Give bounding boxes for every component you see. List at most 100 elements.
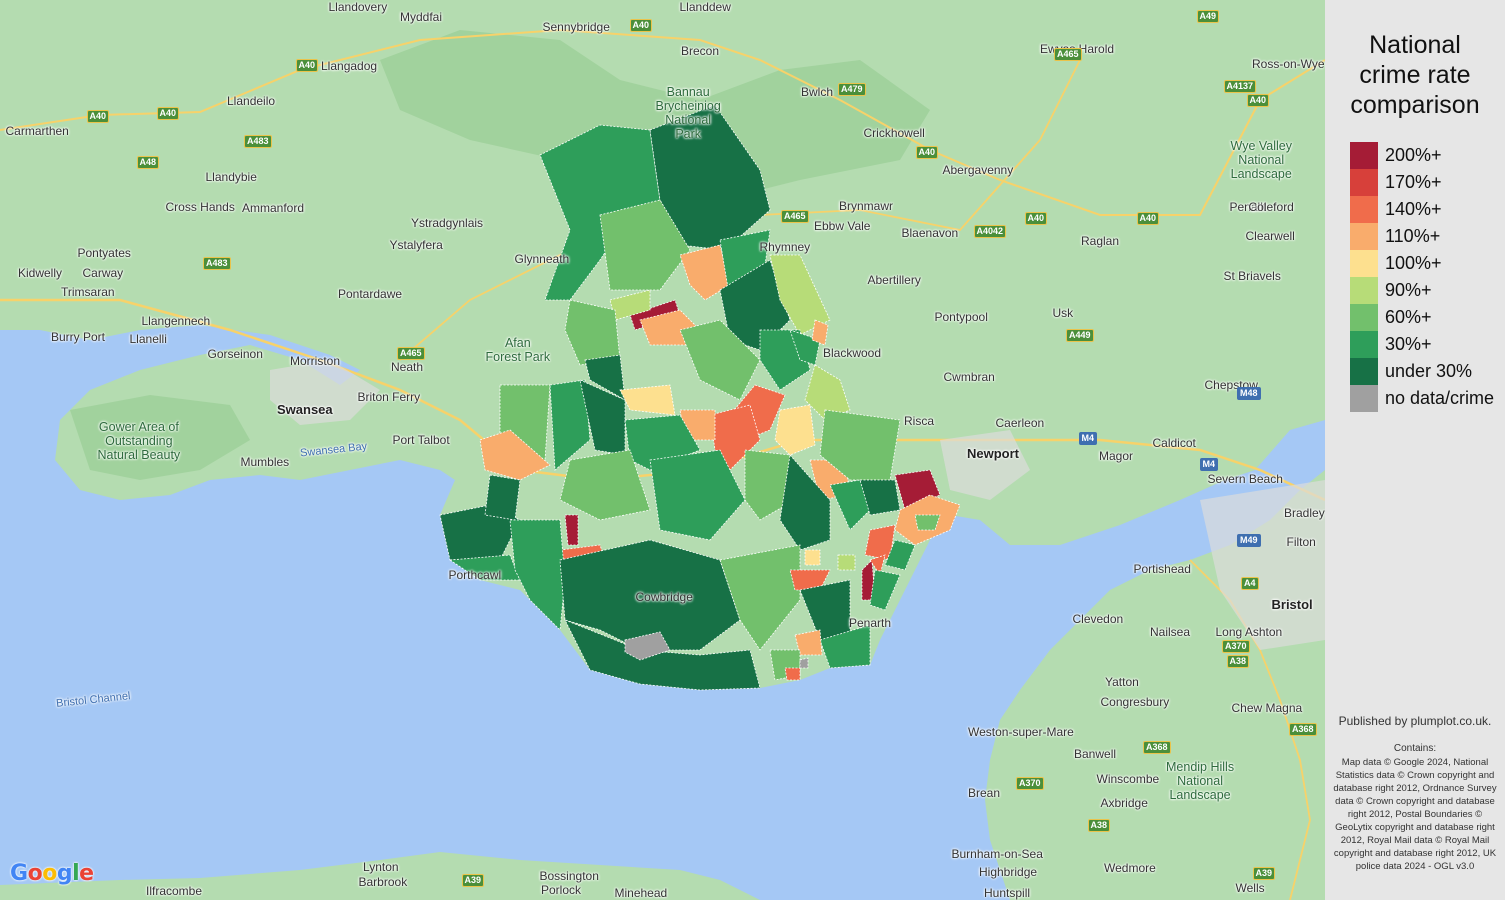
legend-item: 100%+ — [1350, 250, 1494, 277]
place-label: Chew Magna — [1231, 701, 1303, 715]
place-label: Porlock — [541, 883, 582, 897]
place-label: Rhymney — [759, 240, 811, 254]
road-shield: A483 — [244, 134, 272, 148]
publisher-credit[interactable]: Published by plumplot.co.uk. — [1325, 714, 1505, 728]
place-label: St Briavels — [1223, 269, 1281, 283]
place-label: Ystradgynlais — [411, 216, 484, 230]
road-shield: A39 — [1252, 866, 1276, 880]
legend-item: 140%+ — [1350, 196, 1494, 223]
place-label: Blackwood — [823, 346, 882, 360]
road-shield: A4 — [1241, 576, 1259, 590]
place-label: Bossington — [539, 869, 599, 883]
place-label: Penarth — [849, 616, 892, 630]
place-label: Carmarthen — [5, 124, 69, 138]
place-label: Ammanford — [242, 201, 305, 215]
attribution-heading: Contains: — [1393, 743, 1437, 754]
legend-panel: National crime rate comparison 200%+ 170%+ 1… — [1325, 0, 1505, 900]
place-label: Portishead — [1133, 562, 1191, 576]
place-label: Cross Hands — [165, 200, 235, 214]
place-label: Cwmbran — [943, 370, 995, 384]
road-shield: A465 — [397, 346, 425, 360]
park-label: Mendip Hills National Landscape — [1166, 760, 1235, 802]
place-label: Port Talbot — [392, 433, 450, 447]
place-label: Axbridge — [1100, 796, 1148, 810]
legend-item: 200%+ — [1350, 142, 1494, 169]
road-shield: A370 — [1016, 776, 1044, 790]
place-label: Llandybie — [205, 170, 257, 184]
legend-swatch — [1350, 277, 1378, 304]
place-label: Clearwell — [1245, 229, 1295, 243]
legend-item: 90%+ — [1350, 277, 1494, 304]
legend-item: 170%+ — [1350, 169, 1494, 196]
place-label: Myddfai — [400, 10, 443, 24]
place-label: Ystalyfera — [389, 238, 443, 252]
region-vale-2 — [484, 474, 521, 521]
legend-label: under 30% — [1385, 361, 1473, 381]
place-label: Neath — [391, 360, 424, 374]
place-label: Weston-super-Mare — [968, 725, 1074, 739]
road-shield: A40 — [86, 109, 110, 123]
road-shield: M4 — [1199, 457, 1219, 471]
google-logo[interactable]: Google — [10, 861, 94, 886]
region-misc-2 — [837, 554, 856, 571]
place-label: Minehead — [614, 886, 668, 900]
road-shield: A38 — [1226, 654, 1250, 668]
place-label: Caldicot — [1152, 436, 1196, 450]
road-shield: M48 — [1237, 386, 1261, 400]
place-label: Burnham-on-Sea — [951, 847, 1043, 861]
place-label: Clevedon — [1072, 612, 1124, 626]
place-label: Barbrook — [358, 875, 408, 889]
legend-item: no data/crime — [1350, 385, 1494, 412]
region-vale-7 — [509, 519, 566, 631]
legend-label: 100%+ — [1385, 253, 1442, 273]
road-shield: M4 — [1078, 431, 1098, 445]
place-label: Bristol — [1271, 596, 1313, 612]
place-label: Pontardawe — [338, 287, 403, 301]
legend-item: under 30% — [1350, 358, 1494, 385]
place-label: Wedmore — [1104, 861, 1156, 875]
place-label: Abertillery — [867, 273, 921, 287]
place-label: Crickhowell — [863, 126, 925, 140]
road-shield: A465 — [1054, 47, 1082, 61]
place-label: Bradley — [1284, 506, 1325, 520]
place-label: Long Ashton — [1215, 625, 1283, 639]
place-label: Glynneath — [514, 252, 570, 266]
road-shield: A38 — [1087, 818, 1111, 832]
map-area[interactable]: Llandovery Myddfai Llangadog Sennybridge Bre… — [0, 0, 1325, 900]
road-shield: A40 — [1246, 93, 1270, 107]
road-shield: A40 — [295, 58, 319, 72]
place-label: Wells — [1235, 881, 1265, 895]
legend-swatch — [1350, 169, 1378, 196]
region-barry-6 — [784, 667, 801, 681]
place-label: Severn Beach — [1207, 472, 1283, 486]
place-label: Blaenavon — [901, 226, 959, 240]
place-label: Llangadog — [321, 59, 378, 73]
road-shield: A40 — [156, 106, 180, 120]
google-logo-letter: e — [79, 861, 94, 886]
place-label: Trimsaran — [61, 285, 115, 299]
region-barry-7 — [799, 657, 809, 669]
place-label: Lynton — [363, 860, 399, 874]
place-label: Burry Port — [51, 330, 106, 344]
legend-title: National crime rate comparison — [1350, 31, 1480, 119]
place-label: Ilfracombe — [146, 884, 203, 898]
place-label: Kidwelly — [18, 266, 63, 280]
place-label: Ebbw Vale — [814, 219, 871, 233]
place-label: Cowbridge — [635, 590, 693, 604]
google-logo-letter: g — [56, 861, 73, 886]
place-label: Gorseinon — [207, 347, 263, 361]
place-label: Mumbles — [240, 455, 290, 469]
legend-label: 60%+ — [1385, 307, 1432, 327]
legend-label: 30%+ — [1385, 334, 1432, 354]
place-label: Llangennech — [141, 314, 211, 328]
place-label: Coleford — [1248, 200, 1294, 214]
road-shield: A40 — [1024, 211, 1048, 225]
legend-swatch — [1350, 223, 1378, 250]
place-label: Llandeilo — [227, 94, 276, 108]
road-shield: A40 — [629, 18, 653, 32]
road-shield: A370 — [1222, 639, 1250, 653]
place-label: Winscombe — [1096, 772, 1160, 786]
road-shield: A449 — [1066, 328, 1094, 342]
road-shield: A40 — [1136, 211, 1160, 225]
road-shield: A48 — [136, 155, 160, 169]
